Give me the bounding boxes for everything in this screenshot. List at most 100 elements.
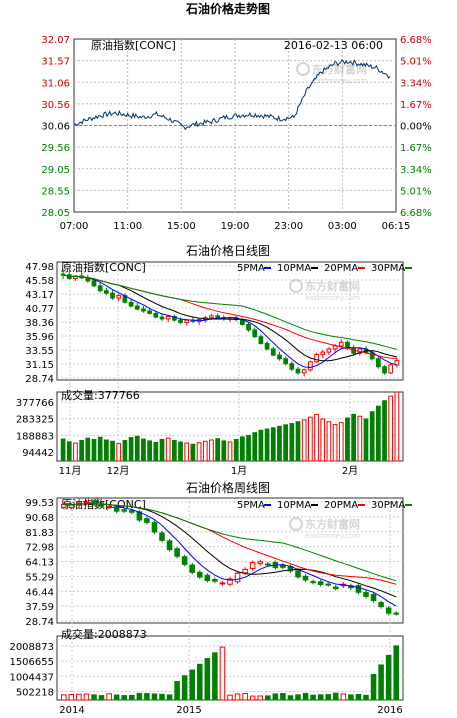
weekly-title: 石油价格周线图 <box>186 480 270 495</box>
volume-bar <box>121 695 127 701</box>
weekly-ma-legend: 5PMA 10PMA 20PMA 30PMA <box>237 500 412 511</box>
volume-bar <box>378 664 384 701</box>
daily-ma-legend: 5PMA 10PMA 20PMA 30PMA <box>237 263 412 274</box>
volume-bar <box>351 413 356 462</box>
volume-bar <box>144 693 150 701</box>
time-tick-label: 19:00 <box>221 221 250 232</box>
volume-bar <box>340 693 347 701</box>
volume-bar <box>189 669 195 701</box>
candle-body <box>249 562 256 569</box>
weekly-year-axis: 2014 2015 2016 <box>59 705 402 716</box>
price-tick-label: 99.53 <box>25 498 54 509</box>
volume-bar <box>116 443 122 462</box>
volume-bar <box>110 440 115 462</box>
volume-bar <box>264 428 270 462</box>
candle-body <box>116 295 122 299</box>
volume-bar <box>385 654 392 701</box>
price-tick-label: 29.56 <box>41 143 70 154</box>
candle-body <box>370 594 377 602</box>
volume-bar <box>151 693 158 701</box>
percent-tick-label: 3.34% <box>400 78 432 89</box>
weekly-volume-axis: 2008873 1506655 1004437 502218 <box>9 642 54 698</box>
candle-body <box>144 518 150 523</box>
price-tick-label: 37.59 <box>25 602 54 613</box>
volume-bar <box>97 436 103 462</box>
candle-body <box>333 586 339 590</box>
volume-bar <box>221 440 227 462</box>
intraday-percent-axis: 6.68% 5.01% 3.34% 1.67% 0.00% 1.67% 3.34% 5.01%… <box>400 35 432 219</box>
price-tick-label: 32.07 <box>41 35 70 46</box>
volume-bar <box>106 693 112 701</box>
candle-body <box>215 315 220 319</box>
intraday-panel: 32.07 31.57 31.06 30.56 30.06 29.56 29.05 28.55… <box>41 35 431 232</box>
volume-tick-label: 1004437 <box>9 672 54 683</box>
volume-bar <box>302 692 309 701</box>
percent-tick-label: 1.67% <box>400 143 432 154</box>
time-tick-label: 23:00 <box>274 221 303 232</box>
candle-body <box>189 564 195 573</box>
oil-price-charts: 石油价格走势图 32.07 31.57 31.06 30.56 30.06 29.56 29… <box>9 1 431 716</box>
volume-bar <box>61 694 67 701</box>
percent-tick-label: 3.34% <box>400 165 432 176</box>
weekly-price-axis: 99.53 90.68 81.83 72.98 64.13 55.29 46.44 37.59… <box>25 498 54 628</box>
candle-body <box>159 532 165 541</box>
page-title: 石油价格走势图 <box>185 1 270 16</box>
percent-tick-label: 0.00% <box>400 122 432 133</box>
volume-bar <box>295 421 301 462</box>
price-tick-label: 28.74 <box>25 617 54 628</box>
volume-bar <box>174 681 180 701</box>
volume-bar <box>128 437 134 462</box>
candle-body <box>320 351 326 355</box>
volume-bar <box>122 440 128 462</box>
volume-bar <box>60 438 66 462</box>
candle-body <box>121 509 127 512</box>
candle-body <box>134 305 140 310</box>
volume-bar <box>345 417 350 462</box>
intraday-time-axis: 07:00 11:00 15:00 19:00 23:00 03:00 06:15 <box>60 221 411 232</box>
volume-bar <box>219 646 226 701</box>
daily-month-axis: 11月 12月 1月 2月 <box>59 465 359 477</box>
volume-bar <box>363 694 369 701</box>
volume-bar <box>204 658 211 701</box>
candle-body <box>174 548 180 557</box>
volume-bar <box>388 395 394 462</box>
candle-body <box>257 561 263 565</box>
volume-bar <box>141 438 146 462</box>
volume-bar <box>153 441 159 462</box>
candle-body <box>252 329 258 338</box>
price-tick-label: 47.98 <box>25 262 54 273</box>
volume-bar <box>165 437 171 462</box>
time-tick-label: 03:00 <box>328 221 357 232</box>
volume-bar <box>287 695 294 701</box>
candle-body <box>258 336 264 344</box>
candle-body <box>246 323 251 331</box>
candle-body <box>264 342 270 350</box>
volume-bar <box>79 440 84 462</box>
ma-legend-label: 10PMA <box>277 500 311 511</box>
volume-bar <box>181 675 188 701</box>
volume-bar <box>227 694 233 701</box>
intraday-datetime: 2016-02-13 06:00 <box>284 39 383 52</box>
candle-body <box>376 358 381 368</box>
volume-bar <box>310 694 316 701</box>
volume-bar <box>246 434 251 462</box>
candle-body <box>363 591 369 597</box>
daily-price-axis: 47.98 45.58 43.17 40.77 38.36 35.96 33.55 31.15… <box>25 262 54 385</box>
x-tick-label: 11月 <box>59 465 82 477</box>
volume-bar <box>172 440 177 462</box>
volume-tick-label: 377766 <box>16 398 54 409</box>
volume-tick-label: 502218 <box>16 687 54 698</box>
price-tick-label: 31.15 <box>25 360 54 371</box>
volume-bar <box>233 438 239 462</box>
candle-body <box>153 312 159 318</box>
candle-body <box>113 506 120 512</box>
ma-legend-label: 30PMA <box>371 500 405 511</box>
x-tick-label: 12月 <box>107 465 130 477</box>
volume-bar <box>317 694 324 701</box>
volume-bar <box>178 441 183 462</box>
x-tick-label: 2014 <box>59 705 84 716</box>
ma-legend-label: 10PMA <box>277 263 311 274</box>
ma-legend-label: 5PMA <box>237 500 265 511</box>
volume-bar <box>393 645 399 701</box>
time-tick-label: 11:00 <box>113 221 142 232</box>
